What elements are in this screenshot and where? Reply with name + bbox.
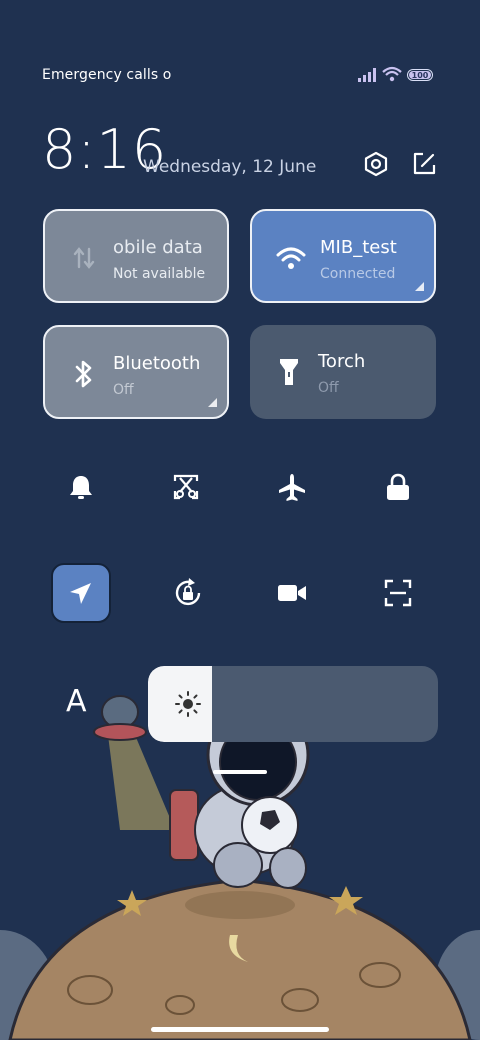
video-icon	[278, 585, 306, 601]
lock-toggle[interactable]	[374, 463, 422, 511]
video-toggle[interactable]	[268, 569, 316, 617]
status-text: Emergency calls o	[42, 67, 172, 83]
mobile-data-tile[interactable]: obile data Not available	[43, 209, 229, 303]
rotation-lock-icon	[175, 578, 201, 606]
tile-subtitle: Not available	[113, 266, 206, 282]
tile-subtitle: Off	[113, 382, 134, 398]
bluetooth-icon	[69, 359, 99, 389]
location-toggle[interactable]	[51, 563, 111, 623]
battery-icon: 100	[407, 69, 433, 81]
bell-icon	[70, 476, 92, 499]
torch-tile[interactable]: Torch Off	[250, 325, 436, 419]
airplane-icon	[279, 474, 305, 501]
tile-title: MIB_test	[320, 237, 397, 258]
panel-handle[interactable]	[213, 770, 267, 774]
mobile-data-icon	[69, 243, 99, 273]
tile-subtitle: Off	[318, 380, 339, 396]
tile-title: Torch	[318, 351, 366, 372]
rotation-lock-toggle[interactable]	[164, 569, 212, 617]
bluetooth-tile[interactable]: Bluetooth Off	[43, 325, 229, 419]
tile-title: Bluetooth	[113, 353, 201, 374]
scan-toggle[interactable]	[374, 569, 422, 617]
signal-icon	[358, 68, 376, 82]
screenshot-toggle[interactable]	[162, 463, 210, 511]
airplane-toggle[interactable]	[268, 463, 316, 511]
expand-corner-icon	[415, 282, 424, 291]
tile-subtitle: Connected	[320, 266, 396, 282]
font-size-button[interactable]: A	[66, 684, 87, 719]
brightness-slider[interactable]	[148, 666, 438, 742]
wifi-tile[interactable]: MIB_test Connected	[250, 209, 436, 303]
date-text: Wednesday, 12 June	[143, 157, 317, 177]
expand-corner-icon	[208, 398, 217, 407]
wifi-icon	[276, 243, 306, 273]
lock-icon	[387, 473, 409, 500]
settings-icon[interactable]	[363, 151, 389, 177]
battery-level: 100	[411, 70, 429, 80]
bell-toggle[interactable]	[57, 463, 105, 511]
scan-icon	[384, 579, 412, 607]
torch-icon	[274, 357, 304, 387]
brightness-icon	[175, 691, 201, 717]
home-indicator[interactable]	[151, 1027, 329, 1032]
location-icon	[70, 583, 91, 604]
wifi-icon	[382, 66, 402, 82]
screenshot-icon	[173, 474, 199, 500]
edit-icon[interactable]	[411, 151, 437, 177]
tile-title: obile data	[113, 237, 203, 258]
